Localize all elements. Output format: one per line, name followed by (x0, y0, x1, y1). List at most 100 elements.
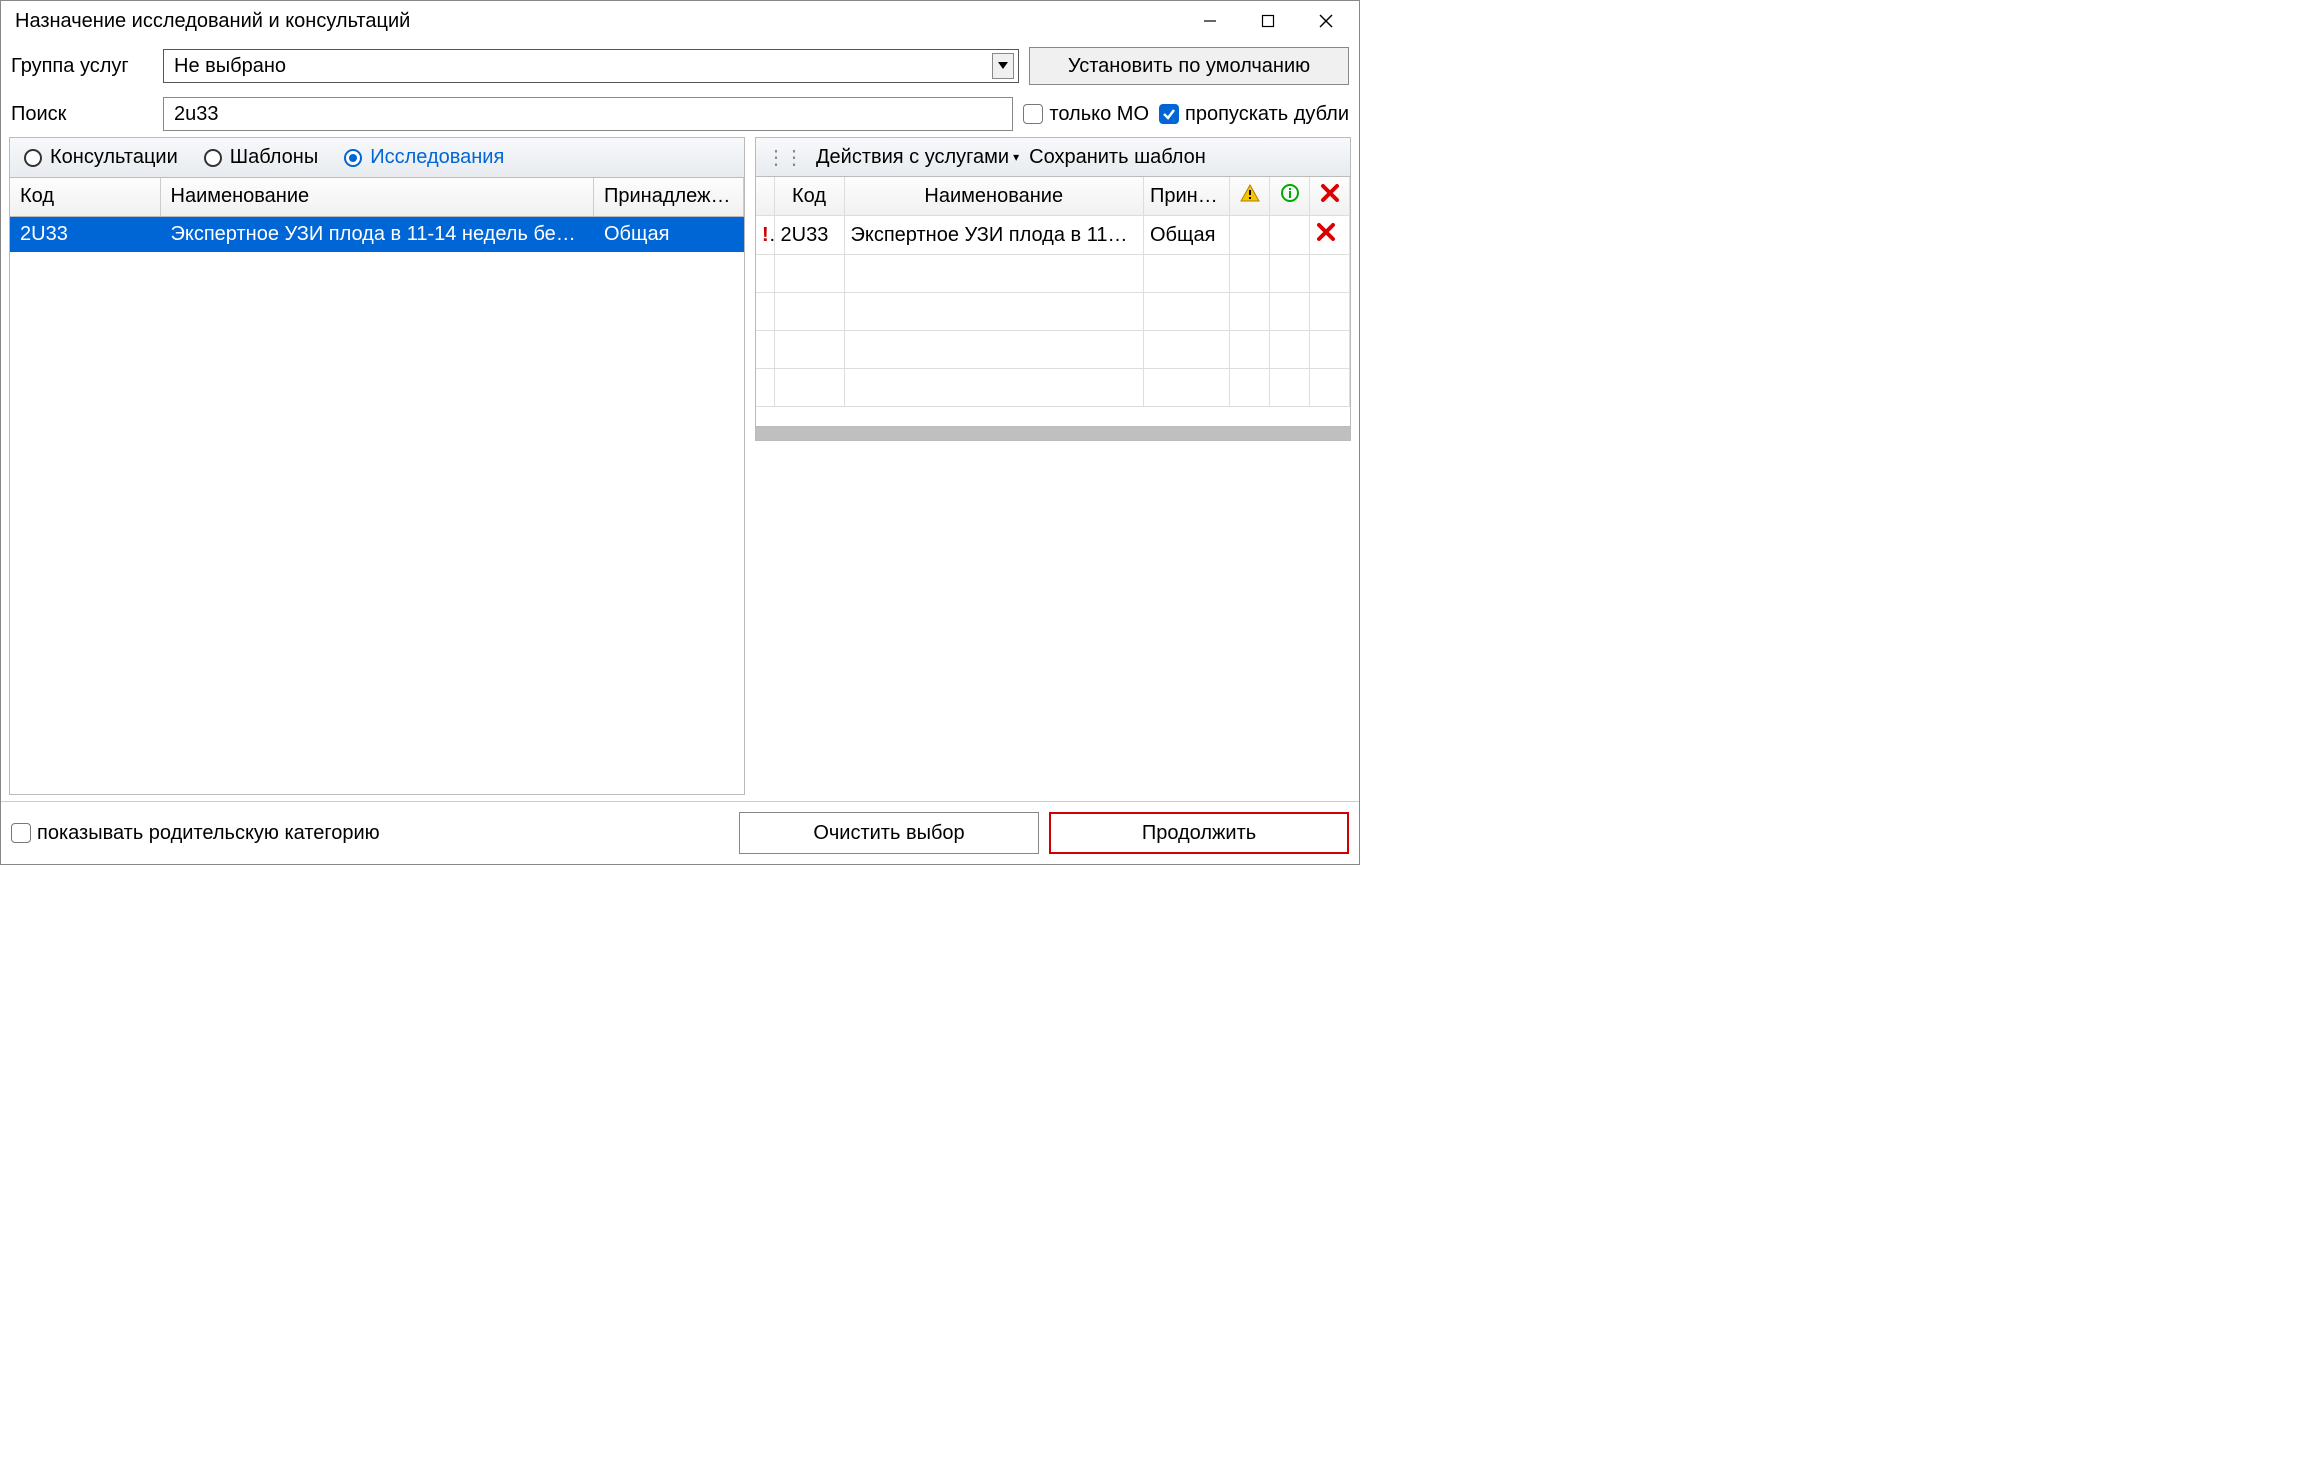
table-row (10, 324, 744, 360)
search-label: Поиск (11, 103, 153, 126)
right-th-flag (756, 177, 774, 216)
chevron-down-icon: ▾ (1013, 150, 1019, 164)
radio-studies-dot (344, 149, 362, 167)
service-actions-menu[interactable]: Действия с услугами ▾ (816, 146, 1019, 169)
cell-code: 2U33 (10, 216, 160, 252)
table-row (10, 576, 744, 612)
table-row (10, 288, 744, 324)
only-mo-checkbox[interactable] (1023, 104, 1043, 124)
combo-arrow-button[interactable] (992, 53, 1014, 79)
set-default-button[interactable]: Установить по умолчанию (1029, 47, 1349, 85)
clear-button[interactable]: Очистить выбор (739, 812, 1039, 854)
left-table-header: Код Наименование Принадлежн… (10, 178, 744, 216)
skip-dup-checkbox[interactable] (1159, 104, 1179, 124)
left-th-belong[interactable]: Принадлежн… (594, 178, 744, 216)
left-th-code[interactable]: Код (10, 178, 160, 216)
left-th-name[interactable]: Наименование (160, 178, 594, 216)
table-row[interactable]: 2U33 Экспертное УЗИ плода в 11-14 недель… (10, 216, 744, 252)
table-row (10, 504, 744, 540)
right-table-header: Код Наименование Принад… (756, 177, 1350, 216)
right-toolbar: ⋮⋮ Действия с услугами ▾ Сохранить шабло… (755, 137, 1351, 177)
table-row (10, 648, 744, 684)
cell-belong: Общая (594, 216, 744, 252)
right-table[interactable]: Код Наименование Принад… (755, 177, 1351, 427)
table-row (10, 468, 744, 504)
group-combo[interactable]: Не выбрано (163, 49, 1019, 83)
radio-templates[interactable]: Шаблоны (204, 146, 318, 169)
cell-flag: ! (756, 216, 774, 255)
cell-name: Экспертное УЗИ плода в 11… (844, 216, 1144, 255)
right-th-name[interactable]: Наименование (844, 177, 1144, 216)
save-template-label: Сохранить шаблон (1029, 146, 1206, 169)
show-parent-checkbox-row[interactable]: показывать родительскую категорию (11, 822, 380, 845)
radio-templates-dot (204, 149, 222, 167)
grip-icon: ⋮⋮ (766, 145, 802, 170)
skip-dup-checkbox-row[interactable]: пропускать дубли (1159, 103, 1349, 126)
cell-belong: Общая (1144, 216, 1230, 255)
main-split: Консультации Шаблоны Исследования Код (1, 137, 1359, 801)
radio-studies[interactable]: Исследования (344, 146, 504, 169)
group-row: Группа услуг Не выбрано Установить по ум… (1, 41, 1359, 91)
table-row (756, 255, 1350, 293)
radio-consultations[interactable]: Консультации (24, 146, 178, 169)
radio-consultations-label: Консультации (50, 146, 178, 169)
minimize-icon (1203, 14, 1217, 28)
window-title: Назначение исследований и консультаций (15, 10, 1181, 33)
group-combo-value: Не выбрано (174, 55, 992, 78)
table-row[interactable]: ! 2U33 Экспертное УЗИ плода в 11… Общая (756, 216, 1350, 255)
skip-dup-label: пропускать дубли (1185, 103, 1349, 126)
table-row (756, 331, 1350, 369)
close-icon (1319, 14, 1333, 28)
view-tabs: Консультации Шаблоны Исследования (10, 138, 744, 178)
check-icon (1162, 107, 1176, 121)
service-actions-label: Действия с услугами (816, 146, 1009, 169)
chevron-down-icon (998, 62, 1008, 70)
show-parent-checkbox[interactable] (11, 823, 31, 843)
left-panel: Консультации Шаблоны Исследования Код (9, 137, 745, 795)
group-label: Группа услуг (11, 55, 153, 78)
radio-consultations-dot (24, 149, 42, 167)
close-button[interactable] (1297, 1, 1355, 41)
delete-icon (1320, 183, 1340, 203)
minimize-button[interactable] (1181, 1, 1239, 41)
right-panel: ⋮⋮ Действия с услугами ▾ Сохранить шабло… (755, 137, 1351, 795)
right-th-belong[interactable]: Принад… (1144, 177, 1230, 216)
continue-button[interactable]: Продолжить (1049, 812, 1349, 854)
right-th-code[interactable]: Код (774, 177, 844, 216)
delete-icon (1316, 222, 1336, 242)
cell-info (1270, 216, 1310, 255)
cell-name: Экспертное УЗИ плода в 11-14 недель бере… (160, 216, 594, 252)
footer: показывать родительскую категорию Очисти… (1, 801, 1359, 864)
save-template-button[interactable]: Сохранить шаблон (1029, 146, 1206, 169)
maximize-icon (1261, 14, 1275, 28)
right-th-warn (1230, 177, 1270, 216)
warning-icon (1240, 183, 1260, 203)
table-row (10, 252, 744, 288)
table-row (10, 396, 744, 432)
titlebar: Назначение исследований и консультаций (1, 1, 1359, 41)
radio-studies-label: Исследования (370, 146, 504, 169)
right-th-info (1270, 177, 1310, 216)
table-row (10, 684, 744, 720)
left-table[interactable]: Код Наименование Принадлежн… 2U33 Экспер… (10, 178, 744, 794)
dialog-window: Назначение исследований и консультаций Г… (0, 0, 1360, 865)
search-row: Поиск только МО пропускать дубли (1, 91, 1359, 137)
right-th-delete (1310, 177, 1350, 216)
maximize-button[interactable] (1239, 1, 1297, 41)
show-parent-label: показывать родительскую категорию (37, 822, 380, 845)
search-input[interactable] (163, 97, 1013, 131)
table-row (10, 540, 744, 576)
only-mo-checkbox-row[interactable]: только МО (1023, 103, 1149, 126)
table-row (756, 369, 1350, 407)
table-row (10, 360, 744, 396)
cell-code: 2U33 (774, 216, 844, 255)
info-icon (1280, 183, 1300, 203)
table-row (10, 432, 744, 468)
right-scrollbar[interactable] (755, 427, 1351, 441)
flag-icon: ! (762, 224, 773, 246)
cell-warn (1230, 216, 1270, 255)
table-row (756, 293, 1350, 331)
table-row (10, 720, 744, 756)
radio-templates-label: Шаблоны (230, 146, 318, 169)
cell-delete[interactable] (1310, 216, 1350, 255)
